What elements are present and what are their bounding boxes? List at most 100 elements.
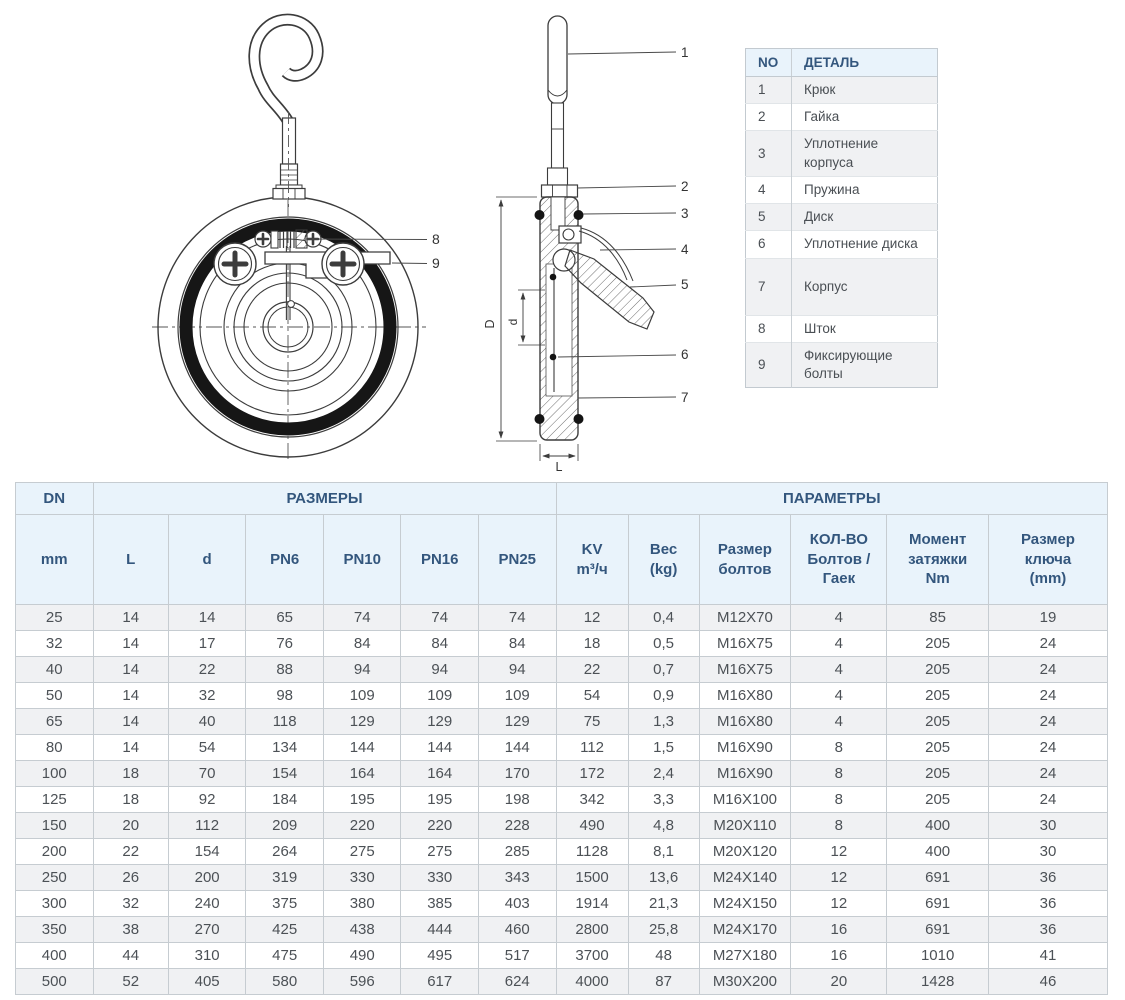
spec-cell: 30 (988, 839, 1107, 865)
parts-cell-detail: Шток (792, 315, 938, 342)
spec-cell: 14 (93, 657, 168, 683)
disc-seal-dot (550, 354, 557, 361)
parts-cell-no: 4 (746, 176, 792, 203)
valve-side-section-drawing: D d L 1 2 3 4 5 6 7 (480, 0, 750, 480)
spec-cell: 617 (401, 969, 479, 995)
spec-cell: 375 (246, 891, 324, 917)
spec-cell: 44 (93, 943, 168, 969)
spec-cell: 32 (93, 891, 168, 917)
spec-row: 2002215426427527528511288,1M20X120124003… (16, 839, 1108, 865)
spec-cell: 22 (93, 839, 168, 865)
parts-cell-no: 1 (746, 77, 792, 104)
spec-cell: 8 (791, 813, 887, 839)
spec-cell: 54 (168, 735, 246, 761)
spec-cell: 184 (246, 787, 324, 813)
spec-cell: 94 (401, 657, 479, 683)
spec-cell: 18 (556, 631, 628, 657)
spec-cell: 74 (401, 605, 479, 631)
parts-cell-detail: Уплотнение корпуса (792, 131, 938, 176)
spec-cell: 195 (323, 787, 401, 813)
spec-cell: 3,3 (628, 787, 699, 813)
spec-cell: 0,9 (628, 683, 699, 709)
spec-cell: 164 (323, 761, 401, 787)
spec-cell: M24X140 (699, 865, 791, 891)
parts-header-row: NO ДЕТАЛЬ (746, 49, 938, 77)
spec-cell: 74 (323, 605, 401, 631)
spec-column-header: mm (16, 515, 94, 605)
spec-cell: 150 (16, 813, 94, 839)
spec-cell: 129 (401, 709, 479, 735)
spec-row: 25141465747474120,4M12X7048519 (16, 605, 1108, 631)
spec-cell: 30 (988, 813, 1107, 839)
spec-cell: 425 (246, 917, 324, 943)
spec-cell: M24X150 (699, 891, 791, 917)
parts-row: 6Уплотнение диска (746, 231, 938, 258)
spec-cell: 4 (791, 709, 887, 735)
spec-cell: 195 (401, 787, 479, 813)
spec-cell: 20 (93, 813, 168, 839)
spec-cell: 134 (246, 735, 324, 761)
parts-table: NO ДЕТАЛЬ 1Крюк2Гайка3Уплотнение корпуса… (745, 48, 938, 388)
spec-cell: 1,5 (628, 735, 699, 761)
spec-column-header: Момент затяжки Nm (887, 515, 989, 605)
body-seal-dot (535, 210, 545, 220)
spec-cell: 14 (93, 709, 168, 735)
spec-cell: 84 (479, 631, 557, 657)
spec-cell: 65 (246, 605, 324, 631)
spec-cell: 50 (16, 683, 94, 709)
callout-5-disc: 5 (681, 277, 689, 292)
spec-cell: 1,3 (628, 709, 699, 735)
spec-cell: 20 (791, 969, 887, 995)
spec-cell: 517 (479, 943, 557, 969)
spec-cell: 220 (323, 813, 401, 839)
fixing-screw-left (214, 243, 256, 285)
spec-cell: 172 (556, 761, 628, 787)
spec-cell: 0,7 (628, 657, 699, 683)
spec-row: 12518921841951951983423,3M16X100820524 (16, 787, 1108, 813)
spec-cell: 18 (93, 787, 168, 813)
spec-cell: 70 (168, 761, 246, 787)
spec-cell: 13,6 (628, 865, 699, 891)
spec-cell: 1010 (887, 943, 989, 969)
spec-cell: 112 (168, 813, 246, 839)
spec-cell: 405 (168, 969, 246, 995)
spec-cell: 18 (93, 761, 168, 787)
spec-cell: 98 (246, 683, 324, 709)
spec-cell: M27X180 (699, 943, 791, 969)
spec-cell: 109 (479, 683, 557, 709)
parts-cell-detail: Пружина (792, 176, 938, 203)
spec-cell: 0,5 (628, 631, 699, 657)
hook-side (548, 16, 567, 104)
spec-cell: 350 (16, 917, 94, 943)
spec-cell: 400 (16, 943, 94, 969)
spec-column-header: Размер ключа (mm) (988, 515, 1107, 605)
spec-cell: 275 (323, 839, 401, 865)
spec-cell: 52 (93, 969, 168, 995)
spec-row: 35038270425438444460280025,8M24X17016691… (16, 917, 1108, 943)
spec-cell: M20X120 (699, 839, 791, 865)
spec-cell: 4000 (556, 969, 628, 995)
spec-cell: 490 (323, 943, 401, 969)
parts-cell-no: 2 (746, 104, 792, 131)
spec-cell: M16X75 (699, 657, 791, 683)
spec-cell: 691 (887, 891, 989, 917)
spec-cell: 88 (246, 657, 324, 683)
spec-cell: 4 (791, 683, 887, 709)
spec-cell: 319 (246, 865, 324, 891)
spec-cell: 380 (323, 891, 401, 917)
spec-cell: 125 (16, 787, 94, 813)
spec-cell: 25,8 (628, 917, 699, 943)
spec-cell: 14 (93, 735, 168, 761)
spec-cell: 3700 (556, 943, 628, 969)
spec-group-header-row: DN РАЗМЕРЫ ПАРАМЕТРЫ (16, 483, 1108, 515)
callout-1-hook: 1 (681, 45, 689, 60)
spec-cell: 403 (479, 891, 557, 917)
spec-cell: 205 (887, 735, 989, 761)
spec-cell: 8 (791, 735, 887, 761)
spec-cell: 164 (401, 761, 479, 787)
dim-label-D: D (483, 319, 497, 328)
spec-column-header: Вес (kg) (628, 515, 699, 605)
spec-cell: 385 (401, 891, 479, 917)
spec-cell: 495 (401, 943, 479, 969)
spec-cell: 16 (791, 917, 887, 943)
